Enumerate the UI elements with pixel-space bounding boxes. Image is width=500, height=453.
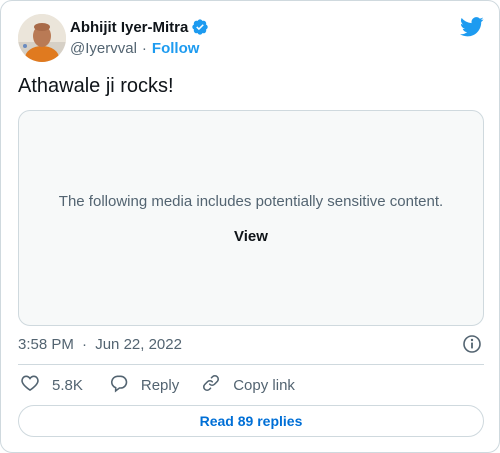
timestamp[interactable]: 3:58 PM · Jun 22, 2022 — [18, 335, 182, 355]
sensitive-media-box[interactable]: The following media includes potentially… — [18, 110, 484, 326]
avatar[interactable] — [18, 14, 66, 62]
author-handle-row: @Iyervval · Follow — [70, 38, 199, 58]
verified-badge-icon — [191, 18, 209, 36]
divider — [18, 364, 484, 365]
link-chain-icon — [201, 373, 221, 397]
copy-link-button[interactable]: Copy link — [201, 373, 295, 397]
view-media-button[interactable]: View — [234, 228, 268, 245]
reply-label: Reply — [140, 376, 180, 394]
tweet-time: 3:58 PM — [18, 336, 74, 353]
tweet-text: Athawale ji rocks! — [18, 75, 174, 97]
info-icon[interactable] — [462, 334, 482, 354]
follow-button[interactable]: Follow — [152, 40, 200, 57]
action-bar: 5.8K Reply Copy link — [18, 374, 295, 396]
like-count: 5.8K — [52, 376, 83, 394]
author-name-row: Abhijit Iyer-Mitra — [70, 17, 209, 37]
tweet-card: Abhijit Iyer-Mitra @Iyervval · Follow At… — [0, 0, 500, 453]
handle[interactable]: @Iyervval — [70, 40, 137, 57]
separator-dot: · — [141, 39, 147, 57]
read-replies-button[interactable]: Read 89 replies — [18, 405, 484, 437]
display-name[interactable]: Abhijit Iyer-Mitra — [70, 19, 188, 36]
like-button[interactable]: 5.8K — [20, 373, 83, 397]
speech-bubble-icon — [109, 373, 129, 397]
view-media-row: View — [19, 228, 483, 245]
tweet-date: Jun 22, 2022 — [95, 336, 182, 353]
copy-link-label: Copy link — [233, 376, 295, 394]
timestamp-separator: · — [82, 336, 88, 353]
heart-icon — [20, 373, 40, 397]
twitter-bird-icon[interactable] — [460, 16, 484, 38]
reply-button[interactable]: Reply — [109, 373, 179, 397]
sensitive-content-warning: The following media includes potentially… — [58, 193, 444, 210]
